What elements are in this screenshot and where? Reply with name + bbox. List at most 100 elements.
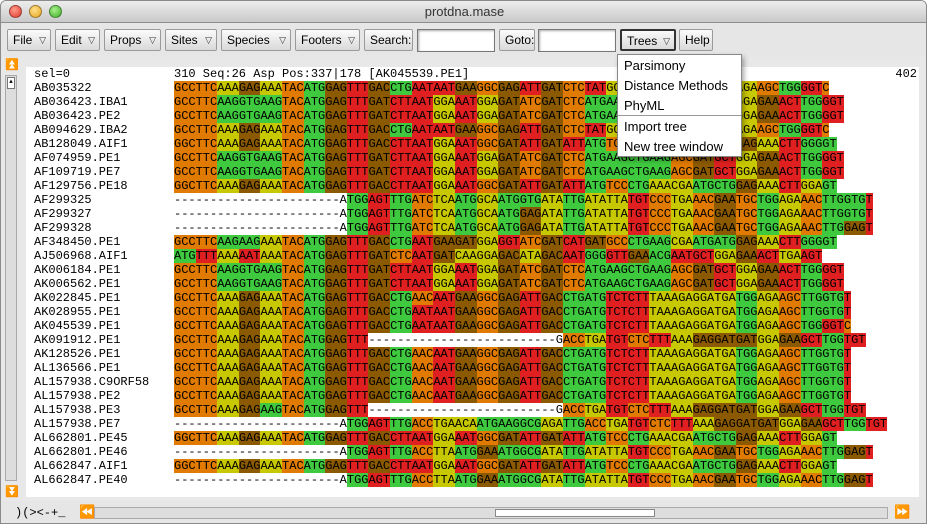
scroll-to-start-icon[interactable]: ⏪ [79, 504, 95, 520]
sequence-row[interactable]: -----------------------ATGGAGTTTGACCTTAA… [171, 445, 919, 459]
sequence-row[interactable]: -----------------------ATGGAGTTTGACCTTAA… [171, 473, 919, 487]
footers-menu-button[interactable]: Footers ▽ [295, 29, 360, 51]
sequence-row[interactable]: GGCTTCAAAGAGAAATACATGGAGTTTGACCTTAATGGAA… [171, 431, 919, 445]
sequence-name[interactable]: AL136566.PE1 [26, 361, 171, 375]
sequence-row[interactable]: GCCTTCAAGGTGAAGTACATGGAGTTTGATCTTAATGGAA… [171, 95, 919, 109]
codon-cell: GAG [325, 333, 347, 347]
sequence-name[interactable]: AL157938.PE7 [26, 417, 171, 431]
sequence-row[interactable]: GCCTTCAAGGTGAAGTACATGGAGTTTGATCTTAATGGAA… [171, 109, 919, 123]
sequence-row[interactable]: GGCTTCAAAGAGAAATACATGGAGTTTGACCTTAATGGAA… [171, 459, 919, 473]
sequence-row[interactable]: -----------------------ATGGAGTTTGATCTCAA… [171, 221, 919, 235]
codon-cell: AAC [411, 389, 434, 403]
sequence-name[interactable]: AB128049.AIF1 [26, 137, 171, 151]
sequence-name[interactable]: AK006562.PE1 [26, 277, 171, 291]
sequence-name[interactable]: AB094629.IBA2 [26, 123, 171, 137]
sequence-name[interactable]: AB036423.PE2 [26, 109, 171, 123]
sequence-row[interactable]: GCCTTCAAAGAGAAATACATGGAGTTTGACCTGAACAATG… [171, 291, 919, 305]
codon-cell: --- [390, 403, 412, 417]
codon-cell: TGG [346, 417, 369, 431]
sequence-row[interactable]: GCCTTCAAGAAGAAATACATGGAGTTTGACCTGAATGAAG… [171, 235, 919, 249]
menu-item-import-tree[interactable]: Import tree [624, 117, 687, 136]
sequence-name[interactable]: AF129756.PE18 [26, 179, 171, 193]
sequence-row[interactable]: GCCTTCAAAGAGAAATACATGGAGTTTGACCTGAATAATG… [171, 305, 919, 319]
sequence-row[interactable]: GCCTTCAAGGTGAAGTACATGGAGTTTGATCTTAATGGAA… [171, 151, 919, 165]
codon-cell: GAT [692, 263, 715, 277]
edit-menu-button[interactable]: Edit ▽ [55, 29, 100, 51]
scroll-to-bottom-icon[interactable]: ⏬ [4, 486, 20, 498]
sequence-name[interactable]: AK091912.PE1 [26, 333, 171, 347]
sequence-name[interactable]: AL157938.PE2 [26, 389, 171, 403]
menu-item-new-tree-window[interactable]: New tree window [624, 137, 723, 156]
props-menu-button[interactable]: Props ▽ [104, 29, 161, 51]
sequence-name[interactable]: AK022845.PE1 [26, 291, 171, 305]
sequence-row[interactable]: GCCTTCAAAGAGAAATACATGGAGTTTGACCTGAACAATG… [171, 347, 919, 361]
sequence-name[interactable]: AB036423.IBA1 [26, 95, 171, 109]
codon-cell: GAG [325, 137, 347, 151]
codon-cell: ATG [584, 109, 607, 123]
codon-cell: TAA [649, 347, 672, 361]
sequence-row[interactable]: GCCTTCAAAGAGAAATACATGGAGTTTGACCTGAACAATG… [171, 389, 919, 403]
vertical-scrollbar[interactable]: ▴ [5, 75, 17, 481]
horizontal-scroll-thumb[interactable] [495, 509, 655, 517]
sequence-name[interactable]: AL662847.AIF1 [26, 459, 171, 473]
scroll-to-top-icon[interactable]: ⏫ [4, 59, 20, 71]
sequence-row[interactable]: GCCTTCAAAGAGAAATACATGGAGTTTGACCTGAATAATG… [171, 319, 919, 333]
sequence-row[interactable]: GGCTTCAAAGAGAAATACATGGAGTTTGACCTTAATGGAA… [171, 137, 919, 151]
sequence-row[interactable]: GCCTTCAAAGAGAAATACATGGAGTTTGACCTGAATAATG… [171, 81, 919, 95]
sequence-name[interactable]: AF299328 [26, 221, 171, 235]
menu-item-distance-methods[interactable]: Distance Methods [624, 76, 728, 95]
vertical-scroll-thumb[interactable]: ▴ [7, 77, 15, 89]
sequence-name[interactable]: AK006184.PE1 [26, 263, 171, 277]
file-menu-button[interactable]: File ▽ [7, 29, 51, 51]
sites-menu-button[interactable]: Sites ▽ [165, 29, 217, 51]
sequence-row[interactable]: GCCTTCAAGGTGAAGTACATGGAGTTTGATCTTAATGGAA… [171, 263, 919, 277]
sequence-row[interactable]: GCCTTCAAAGAGAAATACATGGAGTTTGACCTGAACAATG… [171, 361, 919, 375]
sequence-name[interactable]: AL662801.PE45 [26, 431, 171, 445]
menu-item-phyml[interactable]: PhyML [624, 96, 664, 115]
species-menu-button[interactable]: Species ▽ [221, 29, 291, 51]
sequence-row[interactable]: GCCTTCAAGGTGAAGTACATGGAGTTTGATCTTAATGGAA… [171, 277, 919, 291]
sequence-row[interactable]: -----------------------ATGGAGTTTGATCTCAA… [171, 193, 919, 207]
codon-cell: AGT [368, 445, 391, 459]
sequence-name[interactable]: AF299327 [26, 207, 171, 221]
sequence-name[interactable]: AK128526.PE1 [26, 347, 171, 361]
sequence-row[interactable]: GGCTTCAAAGAGAAATACATGGAGTTTGACCTTAATGGAA… [171, 179, 919, 193]
sequence-name[interactable]: AK028955.PE1 [26, 305, 171, 319]
alignment-view[interactable]: 310 Seq:26 Asp Pos:337|178 [AK045539.PE1… [171, 67, 919, 497]
horizontal-scrollbar[interactable] [94, 507, 888, 519]
sequence-row[interactable]: GCCTTCAAGGTGAAGTACATGGAGTTTGATCTTAATGGAA… [171, 165, 919, 179]
sequence-name[interactable]: AL157938.PE3 [26, 403, 171, 417]
sequence-name[interactable]: AJ506968.AIF1 [26, 249, 171, 263]
trees-menu-button[interactable]: Trees ▽ [620, 29, 676, 51]
sequence-name[interactable]: AK045539.PE1 [26, 319, 171, 333]
codon-cell: GGT [800, 81, 823, 95]
codon-cell: GGA [779, 417, 801, 431]
sequence-row[interactable]: GCCTTCAAAGAGAAGTACATGGAGTTT-------------… [171, 403, 919, 417]
sequence-name[interactable]: AL662847.PE40 [26, 473, 171, 487]
sequence-row[interactable]: -----------------------ATGGAGTTTGATCTCAA… [171, 207, 919, 221]
sequence-row[interactable]: GCCTTCAAAGAGAAATACATGGAGTTTGACCTGAATAATG… [171, 123, 919, 137]
sequence-name[interactable]: AF348450.PE1 [26, 235, 171, 249]
scroll-to-end-icon[interactable]: ⏩ [894, 504, 910, 520]
sequence-name[interactable]: AL662801.PE46 [26, 445, 171, 459]
help-button[interactable]: Help [679, 29, 713, 51]
codon-cell: GAG [498, 305, 520, 319]
search-input[interactable] [417, 29, 495, 52]
codon-cell: GAG [238, 347, 261, 361]
goto-input[interactable] [538, 29, 616, 52]
sequence-name[interactable]: AF074959.PE1 [26, 151, 171, 165]
codon-cell: TGA [671, 473, 693, 487]
sequence-row[interactable]: -----------------------ATGGAGTTTGACCTGAA… [171, 417, 919, 431]
sequence-name[interactable]: AF299325 [26, 193, 171, 207]
codon-cell: GT [822, 459, 837, 473]
menu-item-parsimony[interactable]: Parsimony [624, 56, 685, 75]
sequence-name[interactable]: AB035322 [26, 81, 171, 95]
sequence-row[interactable]: GCCTTCAAAGAGAAATACATGGAGTTTGACCTGAACAATG… [171, 375, 919, 389]
codon-cell: CTG [390, 361, 412, 375]
sequence-row[interactable]: GCCTTCAAAGAGAAATACATGGAGTTT-------------… [171, 333, 919, 347]
sequence-name[interactable]: AF109719.PE7 [26, 165, 171, 179]
codon-cell: CCC [649, 193, 672, 207]
sequence-row[interactable]: ATGTTTAAAAATAAATACATGGAGTTTGATCTCAATGATC… [171, 249, 919, 263]
sequence-name[interactable]: AL157938.C9ORF58 [26, 375, 171, 389]
codon-cell: ATG [303, 81, 326, 95]
